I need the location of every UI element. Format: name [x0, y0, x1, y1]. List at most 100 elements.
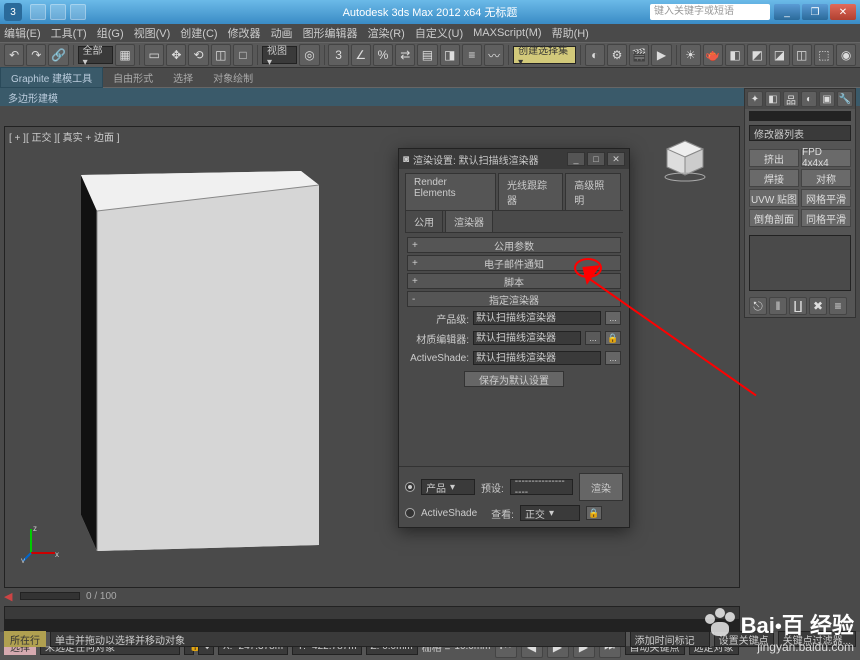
- viewport-scrollbar[interactable]: [4, 606, 740, 620]
- hierarchy-tab-icon[interactable]: 品: [783, 91, 799, 107]
- undo-icon[interactable]: ↶: [4, 44, 24, 66]
- time-start-arrow[interactable]: ◀: [4, 590, 14, 603]
- menu-help[interactable]: 帮助(H): [552, 25, 589, 41]
- named-selection[interactable]: 创建选择集 ▾: [513, 46, 576, 64]
- render-button[interactable]: 渲染: [579, 473, 623, 501]
- app-icon[interactable]: 3: [4, 3, 22, 21]
- restore-button[interactable]: ❐: [802, 4, 828, 20]
- pin-stack-icon[interactable]: ⎋: [749, 297, 767, 315]
- filter-icon[interactable]: ▦: [115, 44, 135, 66]
- modifier-list[interactable]: 修改器列表: [749, 125, 851, 141]
- btn-uvw[interactable]: UVW 贴图: [749, 189, 799, 207]
- btn-meshsmooth[interactable]: 网格平滑: [801, 189, 851, 207]
- menu-animation[interactable]: 动画: [271, 25, 293, 41]
- viewcube[interactable]: [661, 135, 709, 183]
- show-end-icon[interactable]: ǁ: [769, 297, 787, 315]
- keyfilter-button[interactable]: 关键点过滤器...: [778, 631, 856, 647]
- teapot-icon[interactable]: 🫖: [703, 44, 723, 66]
- choose-activeshade-button[interactable]: ...: [605, 351, 621, 365]
- setkey-button[interactable]: 设置关键点: [714, 631, 774, 647]
- curve-editor-icon[interactable]: 〰: [484, 44, 504, 66]
- qat-link[interactable]: [70, 4, 86, 20]
- production-select[interactable]: 产品 ▾: [421, 479, 475, 495]
- btn-sym[interactable]: 对称: [801, 169, 851, 187]
- toolbar-extra-1[interactable]: ◧: [725, 44, 745, 66]
- tab-selection[interactable]: 选择: [163, 68, 203, 87]
- lock-view-icon[interactable]: 🔒: [586, 506, 602, 520]
- tab-common[interactable]: 公用: [405, 210, 443, 232]
- create-tab-icon[interactable]: ✦: [747, 91, 763, 107]
- search-input[interactable]: 键入关键字或短语: [650, 4, 770, 20]
- select-rect-icon[interactable]: □: [233, 44, 253, 66]
- utilities-tab-icon[interactable]: 🔧: [837, 91, 853, 107]
- modify-tab-icon[interactable]: ◧: [765, 91, 781, 107]
- tab-renderer[interactable]: 渲染器: [445, 210, 493, 232]
- toolbar-extra-3[interactable]: ◪: [769, 44, 789, 66]
- align-icon[interactable]: ▤: [417, 44, 437, 66]
- toolbar-extra-4[interactable]: ◫: [792, 44, 812, 66]
- minimize-button[interactable]: _: [774, 4, 800, 20]
- tab-render-elements[interactable]: Render Elements: [405, 173, 496, 210]
- btn-weld[interactable]: 焊接: [749, 169, 799, 187]
- toolbar-extra-5[interactable]: ⬚: [814, 44, 834, 66]
- btn-fpd[interactable]: FPD 4x4x4: [801, 149, 851, 167]
- time-tag[interactable]: 添加时间标记: [630, 631, 710, 647]
- ribbon-polyedit[interactable]: 多边形建模: [8, 90, 58, 105]
- save-default-button[interactable]: 保存为默认设置: [464, 371, 564, 387]
- menu-create[interactable]: 创建(C): [180, 25, 217, 41]
- move-icon[interactable]: ✥: [166, 44, 186, 66]
- modifier-stack[interactable]: [749, 235, 851, 291]
- scope-select[interactable]: 全部 ▾: [78, 46, 113, 64]
- angle-snap-icon[interactable]: ∠: [351, 44, 371, 66]
- percent-snap-icon[interactable]: %: [373, 44, 393, 66]
- choose-production-button[interactable]: ...: [605, 311, 621, 325]
- viewport-label[interactable]: [ + ][ 正交 ][ 真实 + 边面 ]: [9, 129, 120, 144]
- tab-advlight[interactable]: 高级照明: [565, 173, 621, 210]
- radio-production[interactable]: [405, 482, 415, 492]
- menu-maxscript[interactable]: MAXScript(M): [473, 27, 541, 39]
- tab-graphite[interactable]: Graphite 建模工具: [0, 67, 103, 88]
- make-unique-icon[interactable]: ∐: [789, 297, 807, 315]
- dialog-restore[interactable]: □: [587, 152, 605, 166]
- menu-edit[interactable]: 编辑(E): [4, 25, 41, 41]
- rollup-email[interactable]: + 电子邮件通知: [407, 255, 621, 271]
- tab-objpaint[interactable]: 对象绘制: [203, 68, 263, 87]
- menu-group[interactable]: 组(G): [97, 25, 124, 41]
- center-icon[interactable]: ◎: [299, 44, 319, 66]
- link-icon[interactable]: 🔗: [48, 44, 68, 66]
- snap-toggle-icon[interactable]: 3: [328, 44, 348, 66]
- btn-extrude[interactable]: 挤出: [749, 149, 799, 167]
- menu-render[interactable]: 渲染(R): [368, 25, 405, 41]
- rollup-script[interactable]: + 脚本: [407, 273, 621, 289]
- lock-icon[interactable]: 🔒: [605, 331, 621, 345]
- view-select[interactable]: 正交 ▾: [520, 505, 580, 521]
- close-button[interactable]: ✕: [830, 4, 856, 20]
- render-scene-icon[interactable]: 🎬: [629, 44, 649, 66]
- qat-redo[interactable]: [50, 4, 66, 20]
- motion-tab-icon[interactable]: ◐: [801, 91, 817, 107]
- name-field[interactable]: [749, 111, 851, 121]
- tab-freeform[interactable]: 自由形式: [103, 68, 163, 87]
- rollup-assign-renderer[interactable]: - 指定渲染器: [407, 291, 621, 307]
- now-row-pill[interactable]: 所在行: [4, 631, 46, 647]
- menu-modifiers[interactable]: 修改器: [228, 25, 261, 41]
- btn-chamfer[interactable]: 倒角剖面: [749, 209, 799, 227]
- select-icon[interactable]: ▭: [144, 44, 164, 66]
- menu-views[interactable]: 视图(V): [134, 25, 171, 41]
- render-last-icon[interactable]: ▶: [651, 44, 671, 66]
- dialog-close[interactable]: ✕: [607, 152, 625, 166]
- refcoord-select[interactable]: 视图 ▾: [262, 46, 297, 64]
- toolbar-extra-2[interactable]: ◩: [747, 44, 767, 66]
- mirror-icon[interactable]: ⇄: [395, 44, 415, 66]
- toolbar-extra-6[interactable]: ◉: [836, 44, 856, 66]
- scene-box-object[interactable]: [81, 171, 341, 551]
- schematic-icon[interactable]: ◨: [440, 44, 460, 66]
- config-mod-icon[interactable]: ≡: [829, 297, 847, 315]
- preset-select[interactable]: -------------------: [510, 479, 573, 495]
- rotate-icon[interactable]: ⟲: [188, 44, 208, 66]
- layer-icon[interactable]: ≡: [462, 44, 482, 66]
- qat-undo[interactable]: [30, 4, 46, 20]
- redo-icon[interactable]: ↷: [26, 44, 46, 66]
- display-tab-icon[interactable]: ▣: [819, 91, 835, 107]
- material-editor-icon[interactable]: ◐: [585, 44, 605, 66]
